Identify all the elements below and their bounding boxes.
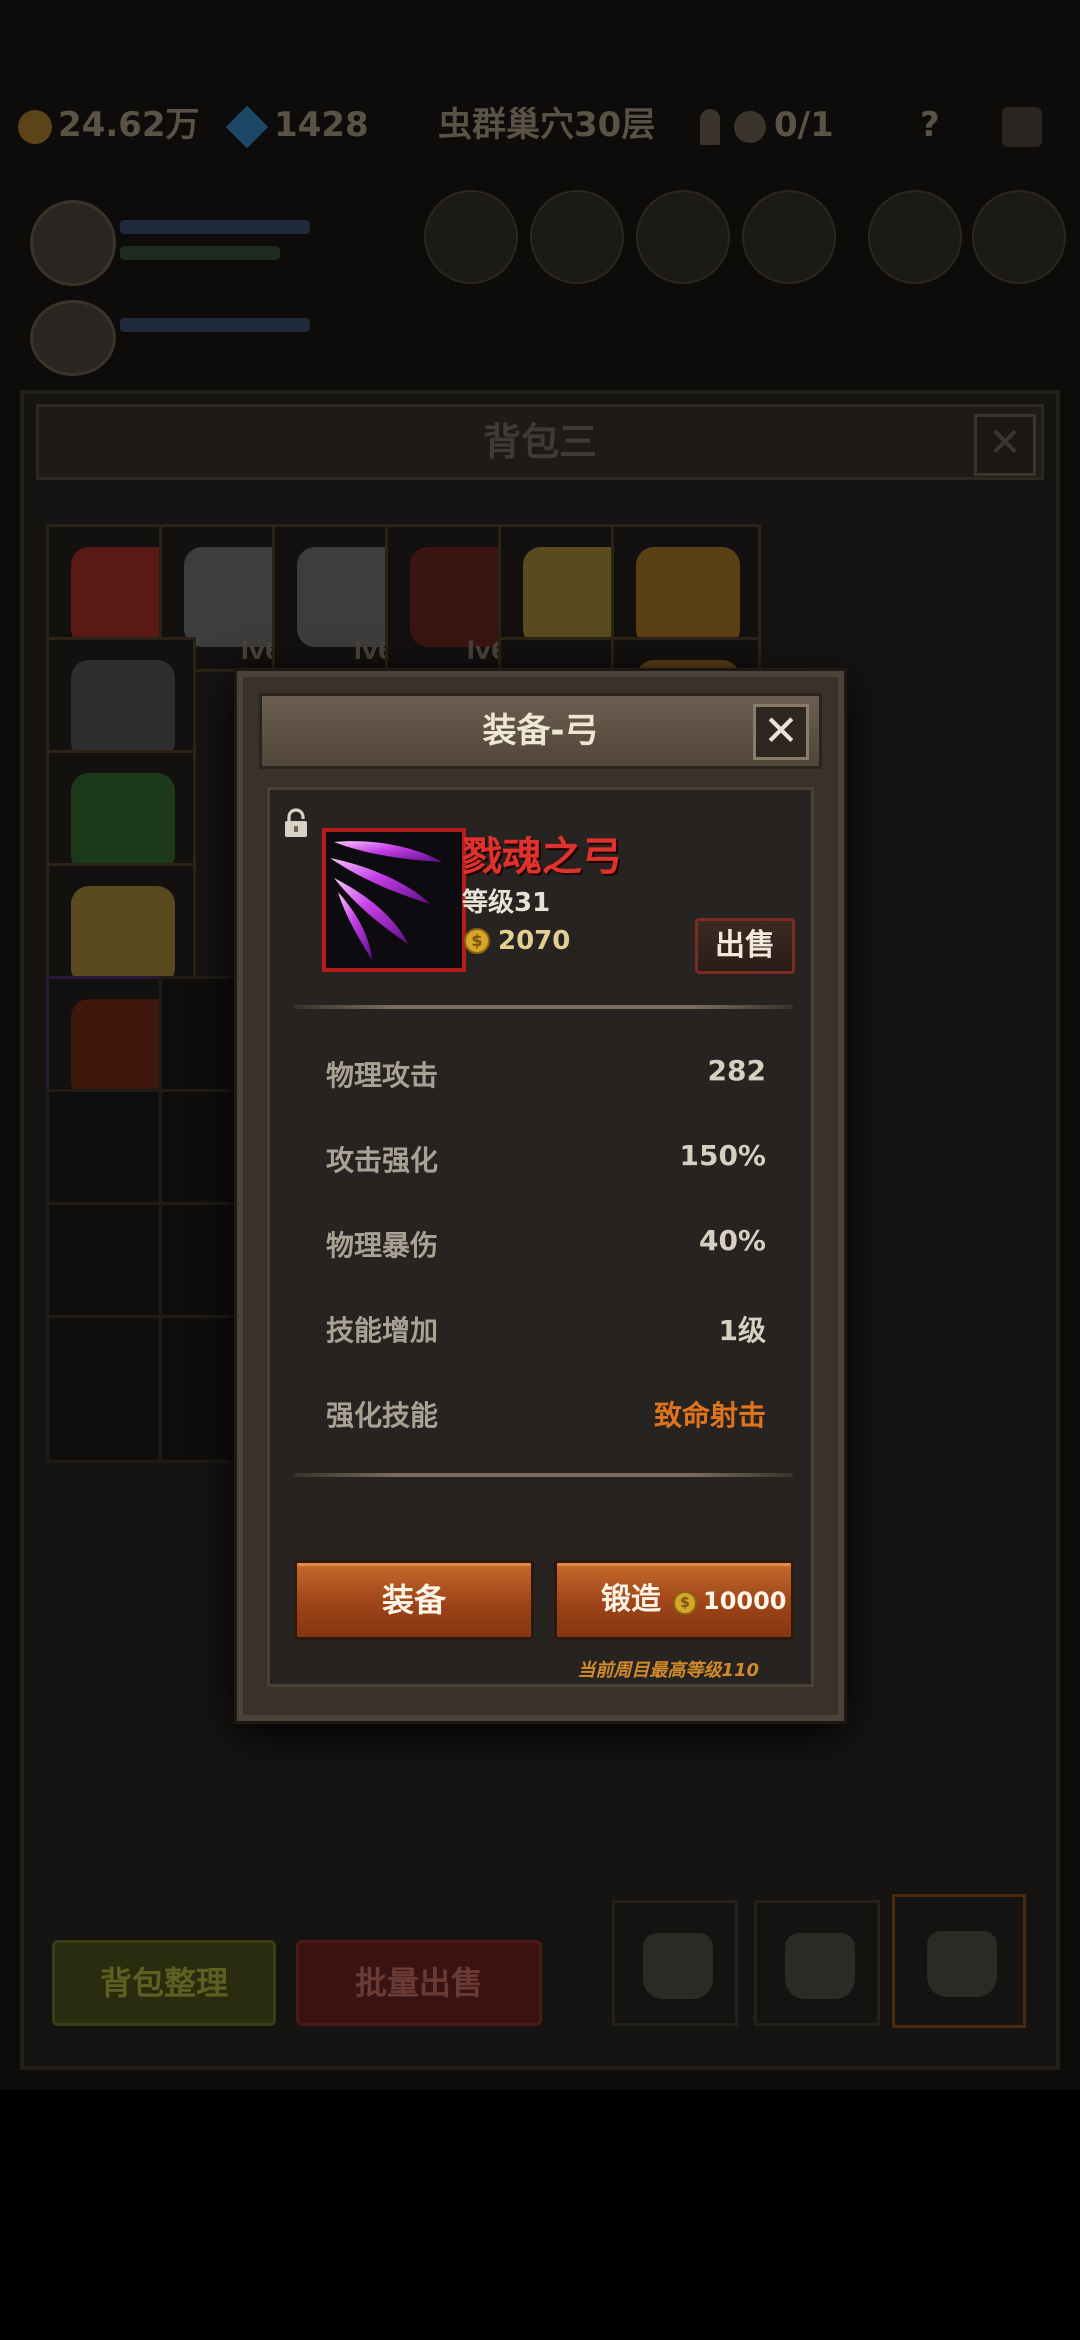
equip-slot-6[interactable] xyxy=(972,190,1066,284)
lock-icon[interactable] xyxy=(282,808,310,838)
bag-tab-2[interactable] xyxy=(754,1900,880,2026)
item-icon xyxy=(71,773,175,873)
stat-value: 40% xyxy=(698,1224,766,1257)
stat-label: 技能增加 xyxy=(326,1314,439,1347)
dialog-header: 装备-弓 ✕ xyxy=(259,693,822,769)
stat-label: 物理暴伤 xyxy=(326,1229,439,1262)
stat-value: 150% xyxy=(679,1139,766,1172)
bag-tab-3[interactable] xyxy=(892,1894,1026,2028)
hero-portrait-2[interactable] xyxy=(30,300,116,376)
item-name: 戮魂之弓 xyxy=(462,834,622,880)
key-amount: 0/1 xyxy=(774,105,834,145)
equip-label: 装备 xyxy=(381,1581,446,1619)
stat-label: 物理攻击 xyxy=(326,1059,439,1092)
divider-bottom xyxy=(294,1473,793,1477)
stat-value: 282 xyxy=(707,1054,766,1087)
gold-amount: 24.62万 xyxy=(58,105,200,145)
help-icon[interactable]: ? xyxy=(920,90,940,160)
sort-bag-button[interactable]: 背包整理 xyxy=(52,1940,276,2026)
enhanced-skill-value: 致命射击 xyxy=(653,1399,766,1432)
stat-row: 攻击强化 150% xyxy=(326,1139,766,1179)
gold-coin-icon xyxy=(18,109,52,144)
stat-label: 攻击强化 xyxy=(326,1144,439,1177)
equip-slot-2[interactable] xyxy=(530,190,624,284)
bow-item-icon xyxy=(330,841,442,960)
bag-title: 背包三 xyxy=(36,404,1044,480)
hero-mp-bar-1 xyxy=(120,246,280,260)
hero-hp-bar-1 xyxy=(120,220,310,234)
top-resource-bar: 24.62万 1428 虫群巢穴30层 0/1 ? xyxy=(0,90,1080,160)
stat-row: 物理攻击 282 xyxy=(326,1054,766,1094)
hero-portrait-1[interactable] xyxy=(30,200,116,286)
equip-slot-5[interactable] xyxy=(868,190,962,284)
bag-tab-1[interactable] xyxy=(612,1900,738,2026)
equip-slot-1[interactable] xyxy=(424,190,518,284)
item-level: 等级31 xyxy=(462,888,551,918)
gold-counter: 24.62万 xyxy=(18,90,200,160)
item-icon xyxy=(71,886,175,986)
backpack-icon xyxy=(927,1931,997,1997)
item-detail-body: 戮魂之弓 等级31 $ 2070 出售 物理攻击 282 攻击强化 150% 物… xyxy=(267,787,814,1687)
forge-cost: 10000 xyxy=(703,1587,787,1615)
hero-hp-bar-2 xyxy=(120,318,310,332)
coin-icon: $ xyxy=(673,1591,697,1615)
item-icon-frame xyxy=(322,828,466,972)
bag-close-button[interactable]: ✕ xyxy=(974,414,1036,476)
dialog-title: 装备-弓 xyxy=(482,711,599,751)
item-icon xyxy=(636,547,740,647)
key-icon xyxy=(700,108,720,145)
key-counter: 0/1 xyxy=(700,90,834,160)
bulk-sell-button[interactable]: 批量出售 xyxy=(296,1940,542,2026)
stat-row: 技能增加 1级 xyxy=(326,1309,766,1349)
divider-top xyxy=(294,1005,793,1009)
backpack-icon xyxy=(643,1933,713,1999)
max-level-hint: 当前周目最高等级110 xyxy=(577,1660,759,1681)
forge-label: 锻造 xyxy=(601,1582,661,1617)
item-icon xyxy=(71,660,175,760)
skull-icon xyxy=(734,110,766,143)
equip-slot-3[interactable] xyxy=(636,190,730,284)
forge-button[interactable]: 锻造 $ 10000 xyxy=(554,1560,794,1640)
stat-row: 强化技能 致命射击 xyxy=(326,1394,766,1434)
equip-button[interactable]: 装备 xyxy=(294,1560,534,1640)
gem-amount: 1428 xyxy=(274,105,369,145)
stat-row: 物理暴伤 40% xyxy=(326,1224,766,1264)
sell-button[interactable]: 出售 xyxy=(695,918,795,974)
dungeon-label[interactable]: 虫群巢穴30层 xyxy=(438,90,655,160)
coin-icon: $ xyxy=(464,928,490,954)
equip-slot-4[interactable] xyxy=(742,190,836,284)
gem-counter: 1428 xyxy=(225,90,369,160)
stat-value: 1级 xyxy=(718,1314,766,1347)
dialog-close-button[interactable]: ✕ xyxy=(753,704,809,760)
menu-icon[interactable] xyxy=(1002,90,1042,160)
gem-icon xyxy=(225,105,269,148)
item-detail-dialog: 装备-弓 ✕ 戮魂之弓 等级31 $ 2070 出售 物理攻击 282 攻击强化… xyxy=(237,671,844,1721)
stat-label: 强化技能 xyxy=(326,1399,439,1432)
backpack-icon xyxy=(785,1933,855,1999)
item-price: 2070 xyxy=(498,926,571,956)
